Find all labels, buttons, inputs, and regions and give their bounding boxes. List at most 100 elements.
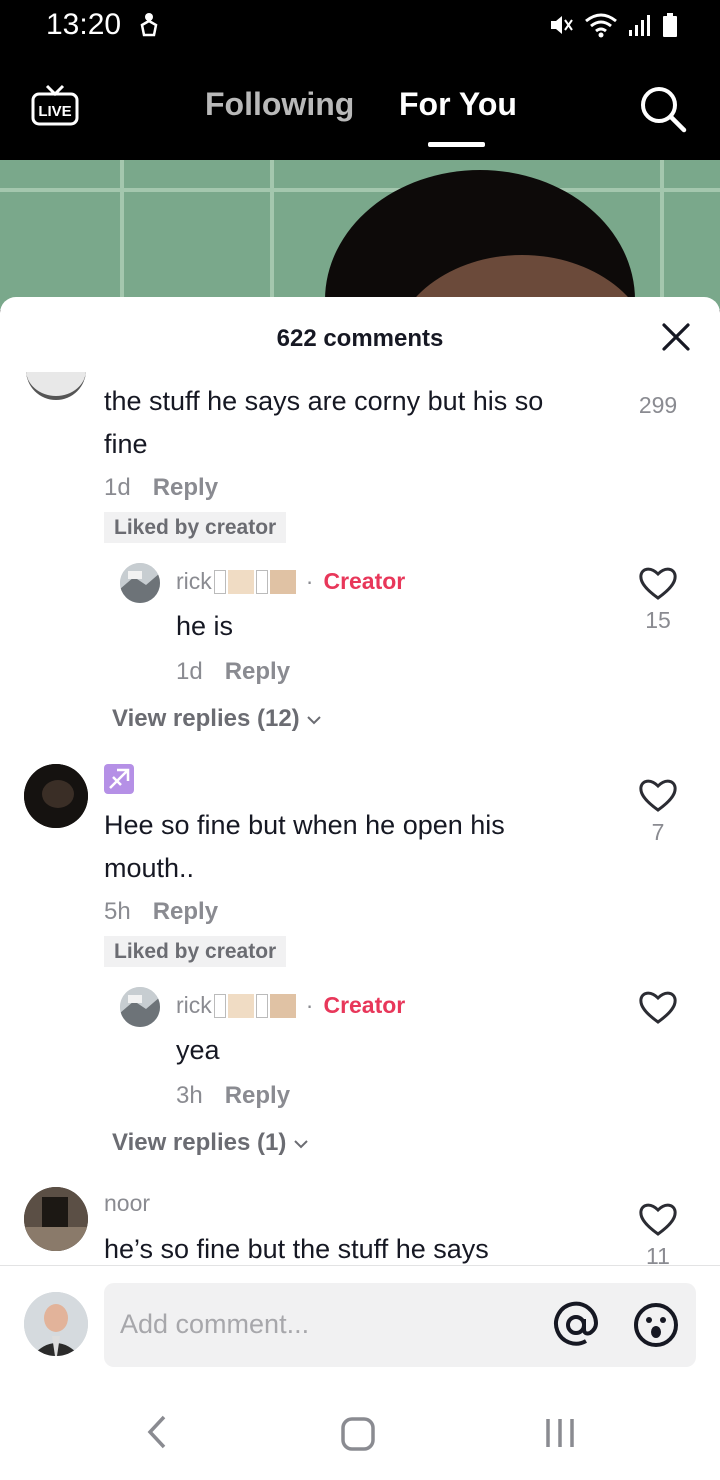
- reply-username[interactable]: rick: [176, 992, 212, 1019]
- emoji-skin-medium-icon: [269, 993, 296, 1018]
- comment-input-placeholder: Add comment...: [120, 1309, 310, 1339]
- emoji-face-icon: [634, 1303, 678, 1347]
- live-button[interactable]: LIVE: [30, 80, 80, 130]
- status-icons: [548, 12, 678, 38]
- tab-for-you[interactable]: For You: [399, 86, 517, 123]
- comments-sheet: 622 comments the stuff he says are corny…: [0, 297, 720, 1480]
- reply-avatar[interactable]: [120, 987, 160, 1027]
- comment-text-cont: mouth..: [104, 853, 195, 883]
- emoji-skin-light-icon: [227, 993, 254, 1018]
- comment-text-cont: fine: [104, 429, 148, 459]
- separator-dot: ·: [305, 992, 314, 1018]
- comment-avatar[interactable]: [26, 372, 86, 400]
- like-button[interactable]: 11: [628, 1202, 688, 1265]
- comment-avatar[interactable]: [24, 764, 88, 828]
- reply-text: he is: [176, 611, 234, 641]
- mention-button[interactable]: [552, 1301, 600, 1349]
- battery-icon: [663, 13, 677, 37]
- comment-meta: 5h Reply: [104, 898, 218, 926]
- comments-count-title: 622 comments: [276, 325, 444, 352]
- live-tv-icon: LIVE: [31, 84, 79, 126]
- username-label: noor: [104, 1190, 151, 1216]
- comment-list[interactable]: the stuff he says are corny but his so f…: [0, 372, 720, 1265]
- reply-age: 1d: [176, 658, 203, 685]
- like-count: 15: [645, 607, 671, 633]
- creator-label: Creator: [323, 992, 406, 1018]
- home-square-icon: [341, 1417, 375, 1451]
- tab-following[interactable]: Following: [205, 86, 354, 123]
- person-status-icon: [138, 11, 160, 44]
- reply-meta: 3h Reply: [176, 1082, 290, 1110]
- video-player[interactable]: [0, 160, 720, 310]
- view-replies-label: View replies (1): [112, 1129, 287, 1156]
- back-button[interactable]: [142, 1414, 172, 1455]
- creator-label: Creator: [323, 568, 406, 594]
- emoji-glyph-icon: [255, 993, 268, 1018]
- sagittarius-icon: [104, 764, 134, 794]
- comment-meta: 1d Reply: [104, 474, 218, 502]
- liked-by-creator-badge: Liked by creator: [104, 936, 287, 967]
- wifi-icon: [585, 13, 617, 38]
- reply-button[interactable]: Reply: [225, 658, 290, 685]
- comment-text: Hee so fine but when he open his: [104, 810, 505, 840]
- heart-icon: [639, 991, 677, 1024]
- close-button[interactable]: [660, 321, 692, 353]
- chevron-down-icon: [294, 1140, 308, 1149]
- emoji-glyph-icon: [213, 569, 226, 594]
- search-icon: [641, 87, 687, 133]
- view-replies-button[interactable]: View replies (12): [112, 705, 322, 733]
- reply-meta: 1d Reply: [176, 658, 290, 686]
- close-icon: [662, 323, 690, 351]
- reply-button[interactable]: Reply: [153, 474, 218, 501]
- like-count: 11: [646, 1243, 670, 1265]
- active-tab-indicator: [428, 142, 485, 147]
- emoji-glyph-icon: [255, 569, 268, 594]
- like-button[interactable]: 15: [628, 566, 688, 634]
- recent-apps-icon: [546, 1419, 574, 1447]
- status-bar: 13:20: [0, 0, 720, 52]
- like-button[interactable]: 7: [628, 778, 688, 846]
- view-replies-button[interactable]: View replies (1): [112, 1129, 309, 1157]
- separator-dot: ·: [305, 568, 314, 594]
- composer-divider: [0, 1265, 720, 1266]
- search-button[interactable]: [638, 84, 688, 134]
- status-time: 13:20: [46, 8, 122, 41]
- emoji-glyph-icon: [213, 993, 226, 1018]
- live-label: LIVE: [38, 103, 71, 120]
- like-button[interactable]: [628, 990, 688, 1031]
- reply-text: yea: [176, 1035, 220, 1065]
- top-nav: LIVE Following For You: [0, 52, 720, 160]
- comment-username[interactable]: noor: [104, 1190, 150, 1217]
- home-button[interactable]: [340, 1416, 376, 1457]
- liked-by-creator-badge: Liked by creator: [104, 512, 287, 543]
- reply-button[interactable]: Reply: [225, 1082, 290, 1109]
- at-sign-icon: [554, 1301, 599, 1346]
- reply-button[interactable]: Reply: [153, 898, 218, 925]
- recent-apps-button[interactable]: [544, 1416, 576, 1455]
- heart-icon: [639, 1203, 677, 1236]
- emoji-skin-medium-icon: [269, 569, 296, 594]
- comment-age: 1d: [104, 474, 131, 501]
- like-count: 299: [638, 392, 678, 418]
- view-replies-label: View replies (12): [112, 705, 300, 732]
- reply-age: 3h: [176, 1082, 203, 1109]
- comment-text: the stuff he says are corny but his so: [104, 386, 544, 416]
- like-count: 7: [651, 819, 665, 845]
- emoji-skin-light-icon: [227, 569, 254, 594]
- heart-icon: [639, 779, 677, 812]
- comment-avatar[interactable]: [24, 1187, 88, 1251]
- my-avatar[interactable]: [24, 1292, 88, 1356]
- chevron-down-icon: [307, 716, 322, 725]
- comment-text: he’s so fine but the stuff he says: [104, 1234, 489, 1264]
- reply-username[interactable]: rick: [176, 568, 212, 595]
- emoji-button[interactable]: [632, 1301, 680, 1349]
- like-button[interactable]: 299: [628, 372, 688, 419]
- back-chevron-icon: [147, 1415, 166, 1449]
- comment-input[interactable]: Add comment...: [104, 1283, 696, 1367]
- comment-age: 5h: [104, 898, 131, 925]
- heart-icon: [639, 567, 677, 600]
- reply-username-row: rick · Creator: [176, 568, 405, 595]
- reply-username-row: rick · Creator: [176, 992, 405, 1019]
- reply-avatar[interactable]: [120, 563, 160, 603]
- signal-icon: [629, 15, 650, 36]
